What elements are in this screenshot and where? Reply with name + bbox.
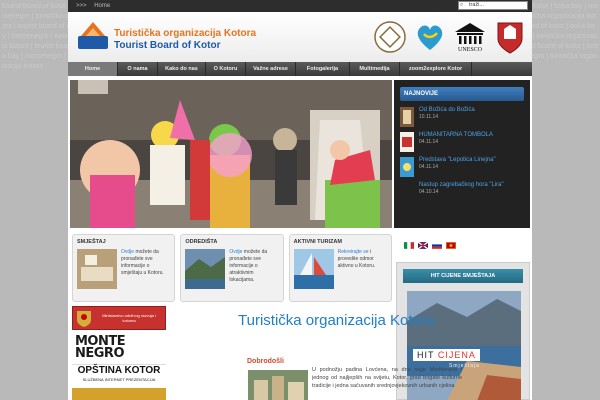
destinations-image — [185, 249, 226, 289]
kotor-crest-icon — [497, 22, 523, 54]
news-item[interactable]: Predstava "Lepotica Linejna" 04.11.14 — [400, 157, 526, 178]
news-thumbnail[interactable] — [400, 132, 414, 152]
montenegro-text-bottom: NEGRO — [75, 346, 125, 361]
box-active-tourism: AKTIVNI TURIZAM Rekreirajte se i provedi… — [288, 234, 392, 302]
active-tourism-link[interactable]: Rekreirajte se — [338, 249, 369, 255]
box-title: AKTIVNI TURIZAM — [293, 239, 342, 245]
news-heading: NAJNOVIJE — [400, 87, 524, 101]
news-panel: NAJNOVIJE Od Božića do Božića 10.11.14 HU… — [394, 80, 530, 228]
nav-about[interactable]: O nama — [118, 62, 158, 76]
breadcrumb-home[interactable]: Home — [94, 3, 110, 9]
news-thumbnail-empty — [400, 182, 414, 202]
main-nav: Home O nama Kako do nas O Kotoru Važne a… — [68, 62, 532, 76]
box-title: SMJEŠTAJ — [77, 239, 106, 245]
intro-text: U podnožju padina Lovćena, na dnu najje … — [312, 367, 462, 389]
kotor-town-image — [248, 370, 308, 400]
flag-italy-icon[interactable] — [404, 242, 414, 249]
page-title: Turistička organizacija Kotora — [238, 312, 435, 329]
nav-getting-here[interactable]: Kako do nas — [158, 62, 206, 76]
news-item[interactable]: HUMANITARNA TOMBOLA 04.11.14 — [400, 132, 526, 153]
unesco-seal: UNESCO — [452, 18, 488, 56]
kotor-crest-seal — [492, 18, 528, 56]
news-item[interactable]: Od Božića do Božića 10.11.14 — [400, 107, 526, 128]
news-thumbnail[interactable] — [400, 157, 414, 177]
unesco-label: UNESCO — [458, 47, 483, 53]
language-flags — [404, 242, 456, 249]
welcome-heading: Dobrodošli — [247, 358, 284, 365]
opstina-title: OPŠTINA KOTOR — [77, 365, 161, 376]
montenegro-crest-icon — [77, 311, 91, 327]
top-bar: >>> Home ⌕ traži... — [68, 0, 532, 12]
heart-icon — [417, 25, 443, 50]
heart-seal — [412, 18, 448, 56]
news-date: 04.10.14 — [419, 189, 439, 195]
nav-zoom2explore[interactable]: zoom2explore Kotor — [400, 62, 472, 76]
breadcrumb-arrows: >>> — [76, 3, 87, 9]
nav-photo-gallery[interactable]: Fotogalerija — [296, 62, 350, 76]
news-thumbnail[interactable] — [400, 107, 414, 127]
news-date: 04.11.14 — [419, 139, 439, 145]
page: >>> Home ⌕ traži... Turistička organizac… — [68, 0, 532, 400]
box-title: ODREDIŠTA — [185, 239, 218, 245]
ministry-text: Ministarstvo održivog razvoja i turizma — [102, 313, 156, 323]
main-content: Turistička organizacija Kotora — [238, 312, 462, 329]
destinations-link[interactable]: Ovdje — [229, 249, 242, 255]
feature-boxes: SMJEŠTAJ Ovdje možete da pronađete sve i… — [72, 234, 392, 302]
nav-home[interactable]: Home — [68, 62, 118, 76]
partner-banners: Ministarstvo održivog razvoja i turizma … — [72, 306, 166, 400]
ministry-banner[interactable]: Ministarstvo održivog razvoja i turizma — [72, 306, 166, 330]
seal-row: UNESCO — [342, 16, 528, 58]
news-date: 04.11.14 — [419, 164, 439, 170]
flag-russia-icon[interactable] — [432, 242, 442, 249]
news-item[interactable]: Nastup zagrebačkog hora "Lira" 04.10.14 — [400, 182, 526, 203]
box-accommodation: SMJEŠTAJ Ovdje možete da pronađete sve i… — [72, 234, 176, 302]
news-title[interactable]: Predstava "Lepotica Linejna" — [419, 157, 496, 163]
search-input[interactable]: ⌕ traži... — [458, 1, 528, 10]
search-icon[interactable]: ⌕ — [460, 2, 463, 9]
logo-title-english[interactable]: Tourist Board of Kotor — [114, 40, 220, 51]
active-tourism-image — [293, 249, 334, 289]
hit-label-b: CIJENA — [437, 350, 476, 360]
montenegro-banner[interactable]: MONTE NEGRO — [72, 332, 166, 362]
world-heritage-icon — [374, 21, 406, 53]
box-destinations: ODREDIŠTA Ovdje možete da pronađete sve … — [180, 234, 284, 302]
accommodation-image — [77, 249, 117, 289]
hit-prices-heading[interactable]: HIT CIJENE SMJEŠTAJA — [403, 269, 523, 283]
flag-uk-icon[interactable] — [418, 242, 428, 249]
news-title[interactable]: HUMANITARNA TOMBOLA — [419, 132, 493, 138]
flag-montenegro-icon[interactable] — [446, 242, 456, 249]
news-title[interactable]: Od Božića do Božića — [419, 107, 475, 113]
nav-about-kotor[interactable]: O Kotoru — [206, 62, 246, 76]
logo-title-local[interactable]: Turistička organizacija Kotora — [114, 28, 256, 39]
unesco-temple-icon: UNESCO — [455, 23, 485, 53]
nav-multimedia[interactable]: Multimedija — [350, 62, 400, 76]
news-date: 10.11.14 — [419, 114, 439, 120]
opstina-banner[interactable]: OPŠTINA KOTOR SLUŽBENA INTERNET PREZENTA… — [72, 364, 166, 386]
news-title[interactable]: Nastup zagrebačkog hora "Lira" — [419, 182, 504, 188]
world-heritage-seal — [372, 18, 408, 56]
logo-icon[interactable] — [77, 20, 109, 50]
search-placeholder: traži... — [469, 2, 484, 8]
header: Turistička organizacija Kotora Tourist B… — [68, 12, 532, 62]
hit-label-a: HIT — [417, 350, 435, 360]
opstina-subtitle: SLUŽBENA INTERNET PREZENTACIJA — [82, 377, 156, 382]
extra-banner[interactable] — [72, 388, 166, 400]
accommodation-link[interactable]: Ovdje — [121, 249, 134, 255]
nav-addresses[interactable]: Važne adrese — [246, 62, 296, 76]
hero-carnival-image — [70, 80, 392, 228]
hit-label: HIT CIJENA — [413, 349, 480, 361]
